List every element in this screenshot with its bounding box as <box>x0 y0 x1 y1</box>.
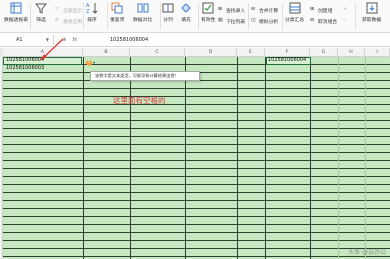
svg-text:Z: Z <box>86 9 90 14</box>
subtotal-icon <box>289 2 301 14</box>
zoom-icon[interactable]: ⊕ <box>62 37 66 43</box>
get-data-icon <box>366 2 378 14</box>
fill-label: 填充 <box>181 18 191 23</box>
pivot-table-label: 数据透视表 <box>4 18 28 23</box>
sort-icon: A Z <box>86 3 98 14</box>
pivot-table-button[interactable]: 数据透视表 <box>4 2 28 23</box>
annotation-text: 这里面有空格的 <box>113 96 166 105</box>
dropdown-list-button[interactable]: ▤ 下拉列表 <box>218 17 245 25</box>
duplicates-label: 重复项 <box>110 18 125 23</box>
column-header-c[interactable]: C <box>130 48 185 57</box>
pivot-table-icon <box>10 2 22 14</box>
formula-controls: ⊕ fx <box>62 35 77 45</box>
create-group-icon: ⊞ <box>310 7 315 12</box>
filter-label: 筛选 <box>36 18 46 23</box>
sort-button[interactable]: A Z 排序 <box>86 2 98 23</box>
reapply-icon: ⟳ <box>55 18 60 23</box>
duplicates-button[interactable]: 重复项 <box>110 2 124 23</box>
ungroup-button[interactable]: ⊟ 取消组合 <box>310 17 337 25</box>
show-all-button[interactable]: ▽ 全部显示 <box>55 6 82 14</box>
subtotal-label: 分类汇总 <box>285 18 305 23</box>
worksheet-grid[interactable]: 102581006004 102581006003 102581006004 !… <box>3 57 390 259</box>
name-box[interactable]: A1 ▼ <box>2 35 54 45</box>
column-header-f[interactable]: F <box>265 48 310 57</box>
warning-chevron-down-icon[interactable]: ▾ <box>93 60 95 65</box>
watermark-text: 头条 @云办公 <box>348 249 386 256</box>
dropdown-list-icon: ▤ <box>218 18 223 23</box>
data-compare-label: 数据对比 <box>133 18 153 23</box>
column-header-e[interactable]: E <box>237 48 265 57</box>
duplicates-icon <box>111 2 123 14</box>
cell-a1[interactable]: 102581006004 <box>6 57 44 64</box>
validity-icon <box>202 2 214 14</box>
formula-bar: A1 ▼ ⊕ fx 102581006004 <box>0 33 390 47</box>
watermark: 头条 @云办公 <box>348 247 386 256</box>
get-data-button[interactable]: 获取数据 <box>362 2 381 23</box>
simulate-analysis-button[interactable]: ◫ 模拟分析 <box>251 17 278 25</box>
expand-detail-button[interactable]: + <box>343 6 351 14</box>
merge-calc-icon: ⊟ <box>251 7 256 12</box>
warning-icon[interactable]: ! <box>86 60 92 66</box>
text-to-columns-icon <box>162 3 174 13</box>
find-entry-button[interactable]: ⊞ 查找录入 <box>218 6 245 14</box>
filter-button[interactable]: 筛选 <box>35 2 47 23</box>
fx-icon[interactable]: fx <box>72 37 77 43</box>
column-headers: A B C D E F G H I <box>0 48 390 57</box>
chevron-down-icon[interactable]: ▼ <box>46 35 49 45</box>
formula-input[interactable]: 102581006004 <box>110 35 148 45</box>
collapse-detail-icon: − <box>343 18 348 23</box>
sort-label: 排序 <box>87 18 97 23</box>
cell-f1[interactable]: 102581006004 <box>268 57 306 64</box>
show-all-icon: ▽ <box>55 7 59 12</box>
warning-tooltip: 该数字是文本类型，可能导致计算结果出错！ <box>90 71 200 81</box>
text-to-columns-label: 分列 <box>163 18 173 23</box>
fill-icon <box>181 3 191 13</box>
ungroup-icon: ⊟ <box>310 18 315 23</box>
find-entry-icon: ⊞ <box>218 7 223 12</box>
get-data-label: 获取数据 <box>362 18 382 23</box>
fill-button[interactable]: 填充 <box>180 2 192 23</box>
simulate-analysis-icon: ◫ <box>251 18 256 23</box>
column-header-i[interactable]: I <box>365 48 390 57</box>
expand-detail-icon: + <box>343 7 348 12</box>
column-header-d[interactable]: D <box>185 48 237 57</box>
column-header-h[interactable]: H <box>338 48 365 57</box>
create-group-button[interactable]: ⊞ 创建组 <box>310 6 332 14</box>
column-header-a[interactable]: A <box>3 48 83 57</box>
filter-icon <box>35 3 47 14</box>
column-header-g[interactable]: G <box>310 48 338 57</box>
collapse-detail-button[interactable]: − <box>343 17 351 25</box>
ribbon-toolbar: 数据透视表 筛选 ▽ 全部显示 ⟳ 重新应用 A Z 排序 重复项 数据对比 分… <box>0 0 390 33</box>
cell-a2[interactable]: 102581006003 <box>6 65 44 72</box>
column-header-b[interactable]: B <box>83 48 130 57</box>
data-compare-icon <box>137 3 149 13</box>
validity-button[interactable]: 有效性 <box>201 2 215 23</box>
validity-label: 有效性 <box>201 18 216 23</box>
subtotal-button[interactable]: 分类汇总 <box>285 2 304 23</box>
reapply-button[interactable]: ⟳ 重新应用 <box>55 17 82 25</box>
data-compare-button[interactable]: 数据对比 <box>133 2 152 23</box>
text-to-columns-button[interactable]: 分列 <box>162 2 174 23</box>
merge-calc-button[interactable]: ⊟ 合并计算 <box>251 6 278 14</box>
